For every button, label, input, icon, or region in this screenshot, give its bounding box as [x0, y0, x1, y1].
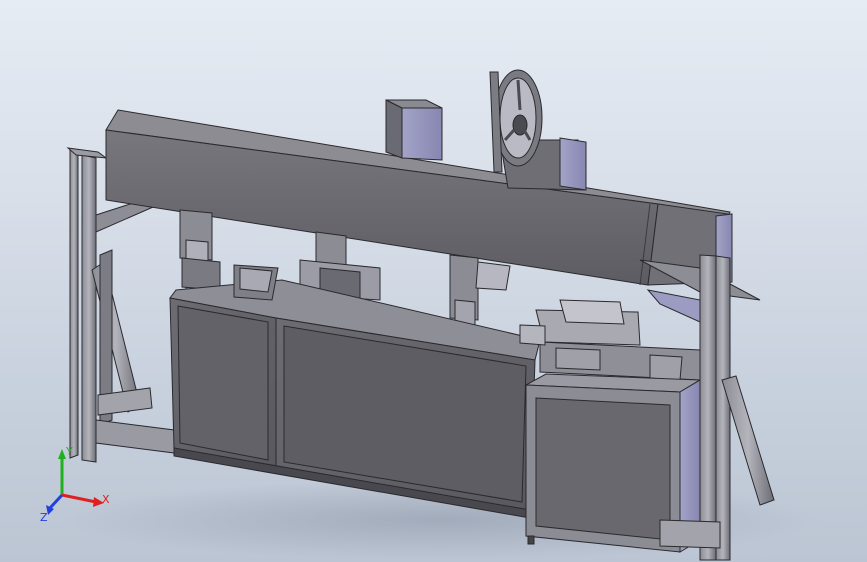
reel-assembly[interactable] — [489, 69, 587, 191]
coordinate-triad: Y X Z — [40, 445, 110, 524]
motor-box[interactable] — [385, 99, 443, 161]
cad-viewport[interactable]: Y X Z — [0, 0, 867, 562]
x-axis-label: X — [102, 493, 110, 506]
machine-3d-model[interactable] — [0, 0, 867, 562]
main-cabinet[interactable] — [169, 264, 541, 519]
x-axis-icon — [61, 493, 97, 504]
z-axis-label: Z — [40, 511, 48, 524]
work-table[interactable] — [519, 299, 701, 381]
y-axis-label: Y — [65, 445, 73, 458]
z-axis-icon — [48, 493, 64, 510]
